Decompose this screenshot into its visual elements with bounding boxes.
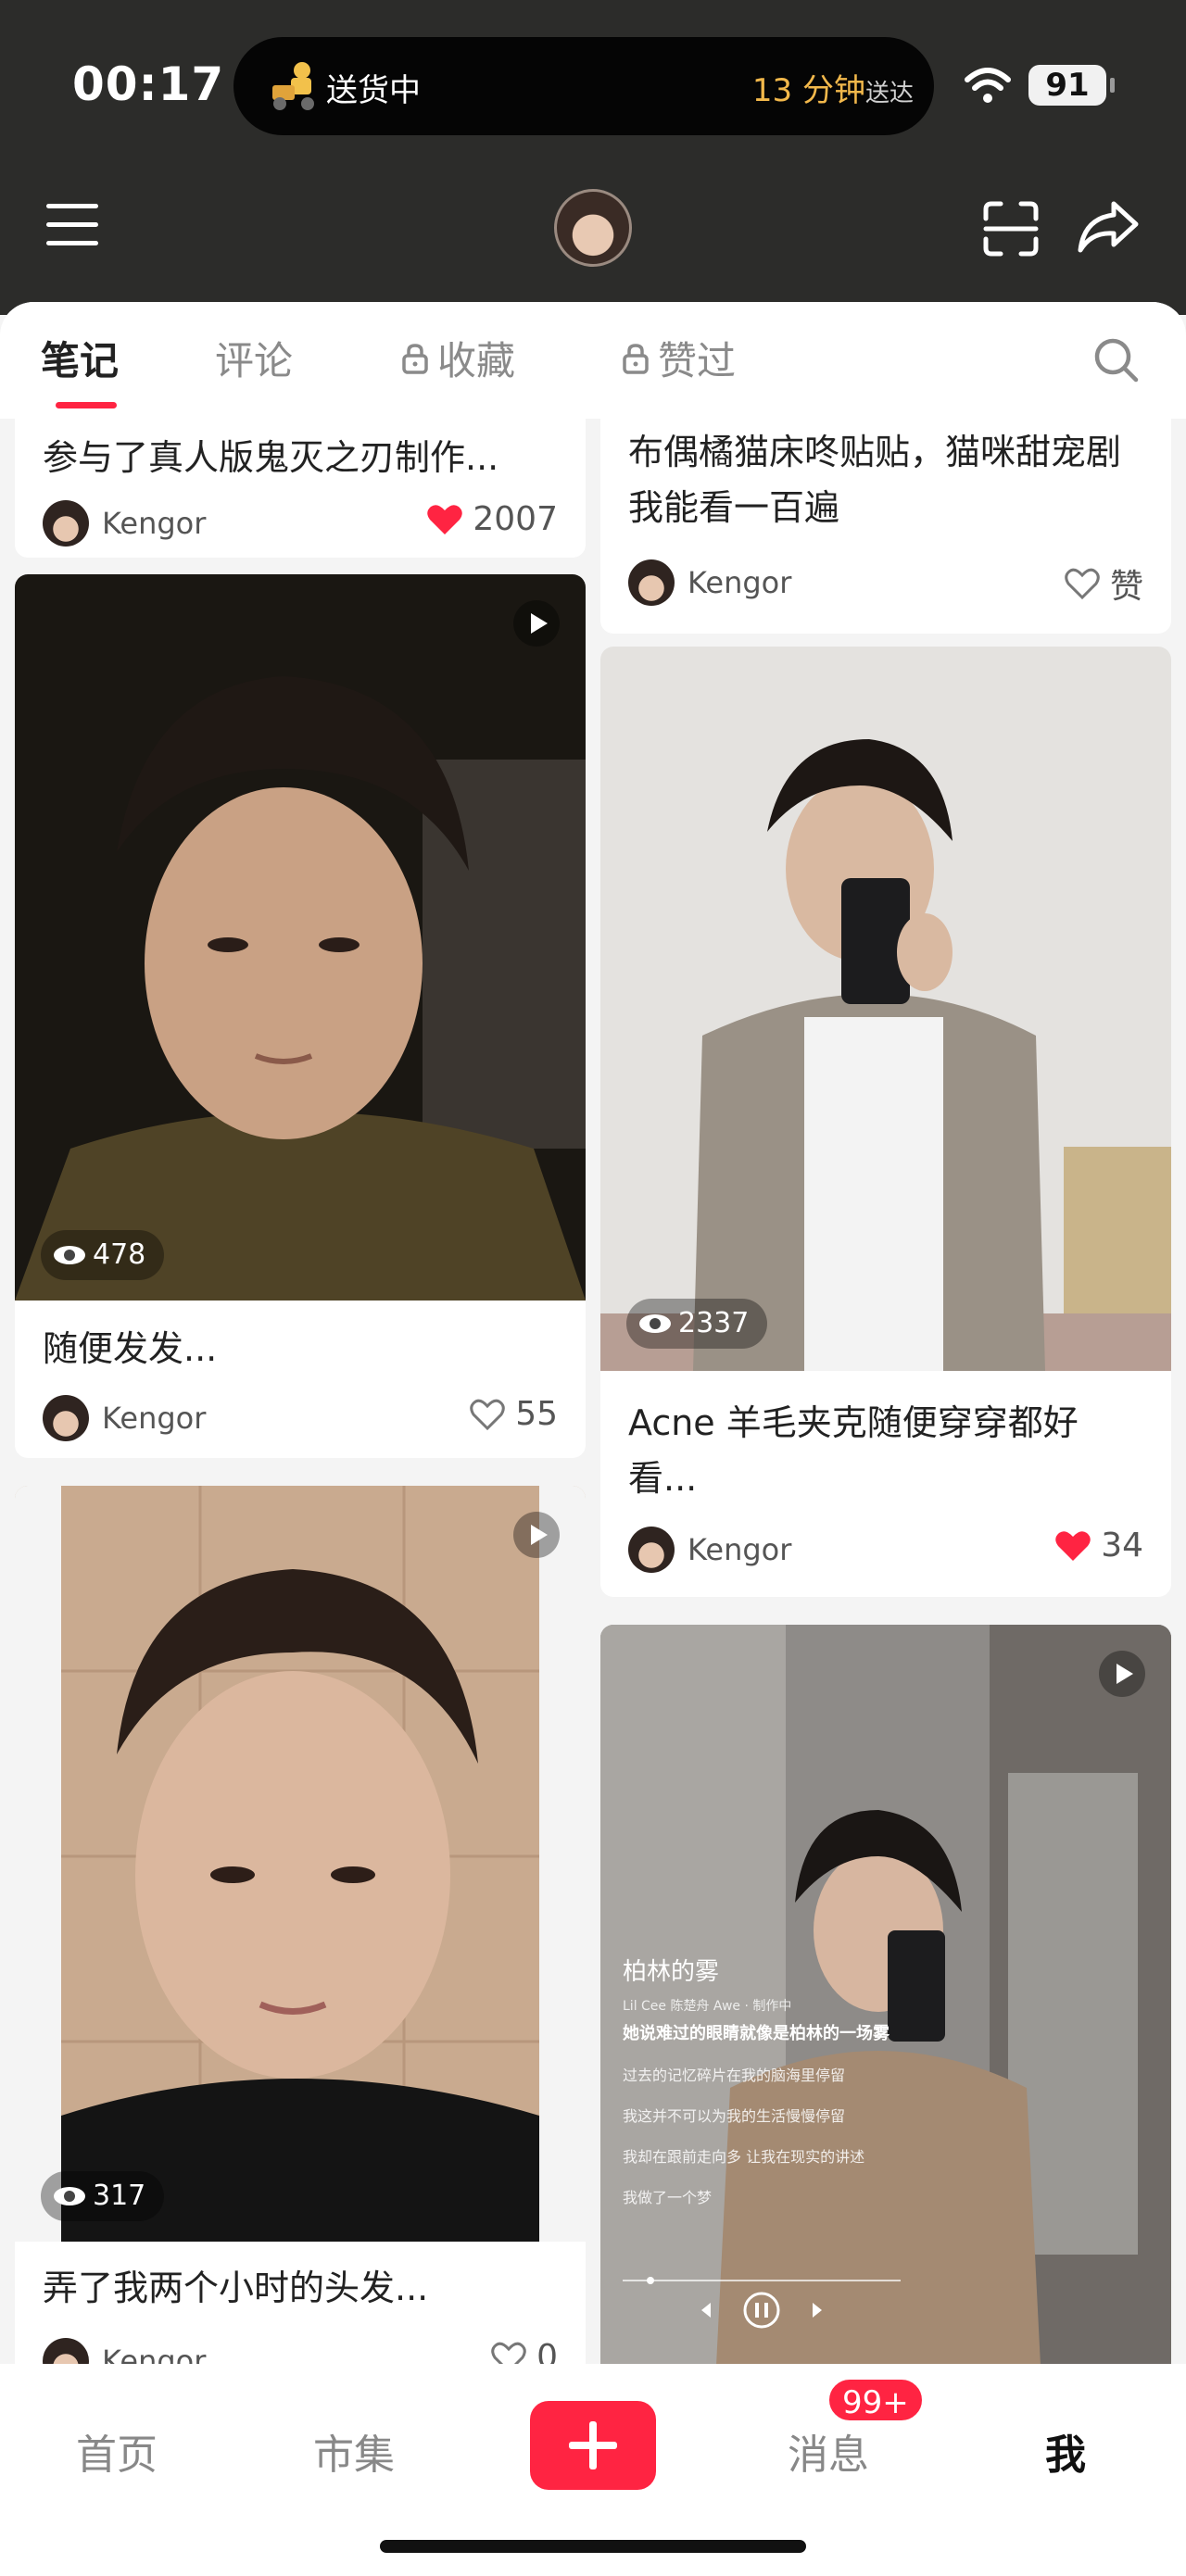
author-name: Kengor bbox=[102, 506, 207, 541]
view-count-badge: 478 bbox=[41, 1230, 165, 1280]
lock-icon bbox=[623, 343, 649, 374]
note-card[interactable]: 柏林的雾 Lil Cee 陈楚舟 Awe · 制作中 她说难过的眼睛就像是柏林的… bbox=[600, 1625, 1171, 2458]
delivery-eta: 13 分钟送达 bbox=[752, 65, 914, 110]
like-count: 34 bbox=[1101, 1527, 1143, 1564]
eye-icon bbox=[54, 2187, 85, 2205]
note-author[interactable]: Kengor bbox=[628, 1527, 791, 1573]
profile-content-sheet: 笔记 评论 收藏 赞过 参与了真人版鬼灭之刃制作... Kengor 2007 … bbox=[0, 302, 1186, 2576]
note-card[interactable]: 478 随便发发... Kengor 55 bbox=[15, 574, 586, 1458]
tab-notes[interactable]: 笔记 bbox=[41, 330, 120, 408]
like-label: 赞 bbox=[1109, 568, 1143, 606]
like-button[interactable]: 55 bbox=[469, 1395, 558, 1433]
lyric-line: 过去的记忆碎片在我的脑海里停留 bbox=[623, 2067, 846, 2084]
tab-comments-label: 评论 bbox=[215, 338, 294, 383]
heart-outline-icon bbox=[1065, 568, 1100, 600]
like-count: 55 bbox=[515, 1395, 558, 1433]
tab-comments[interactable]: 评论 bbox=[215, 330, 293, 386]
bottom-nav: 首页 市集 消息 99+ 我 bbox=[0, 2364, 1186, 2576]
note-thumbnail bbox=[15, 574, 586, 1301]
create-post-button[interactable] bbox=[530, 2401, 656, 2490]
delivery-eta-suffix: 送达 bbox=[864, 80, 914, 107]
view-count: 317 bbox=[93, 2180, 146, 2212]
tab-notes-label: 笔记 bbox=[41, 338, 120, 383]
video-play-icon bbox=[513, 600, 560, 647]
note-card[interactable]: 317 弄了我两个小时的头发... Kengor 0 bbox=[15, 1486, 586, 2412]
lyric-line: 我这并不可以为我的生活慢慢停留 bbox=[623, 2107, 846, 2125]
video-play-icon bbox=[1099, 1651, 1145, 1697]
menu-button[interactable] bbox=[46, 204, 98, 246]
tab-liked[interactable]: 赞过 bbox=[623, 330, 736, 386]
like-count: 2007 bbox=[473, 500, 558, 538]
menu-line-icon bbox=[46, 241, 98, 245]
lyric-line: 我却在跟前走向多 让我在现实的讲述 bbox=[623, 2148, 865, 2166]
note-card[interactable]: 布偶橘猫床咚贴贴，猫咪甜宠剧我能看一百遍 Kengor 赞 bbox=[600, 419, 1171, 634]
author-name: Kengor bbox=[688, 1532, 792, 1567]
tab-collections[interactable]: 收藏 bbox=[402, 330, 515, 386]
note-title: 参与了真人版鬼灭之刃制作... bbox=[43, 437, 499, 478]
author-name: Kengor bbox=[102, 1401, 207, 1436]
battery-indicator: 91 bbox=[1028, 65, 1115, 106]
tab-liked-label: 赞过 bbox=[658, 338, 737, 383]
messages-badge: 99+ bbox=[826, 2377, 925, 2423]
like-button[interactable]: 赞 bbox=[1064, 559, 1143, 608]
active-tab-underline bbox=[56, 402, 117, 408]
author-avatar bbox=[43, 500, 89, 547]
song-title: 柏林的雾 bbox=[623, 1958, 720, 1986]
menu-line-icon bbox=[46, 204, 98, 208]
view-count-badge: 2337 bbox=[626, 1299, 768, 1349]
search-icon[interactable] bbox=[1091, 335, 1142, 385]
lyric-line: 她说难过的眼睛就像是柏林的一场雾 bbox=[623, 2024, 890, 2043]
note-title: 布偶橘猫床咚贴贴，猫咪甜宠剧我能看一百遍 bbox=[628, 432, 1122, 528]
profile-tabs: 笔记 评论 收藏 赞过 bbox=[0, 302, 1186, 419]
nav-market[interactable]: 市集 bbox=[313, 2421, 395, 2481]
profile-avatar[interactable] bbox=[554, 189, 632, 267]
top-header: 00:17 送货中 13 分钟送达 91 bbox=[0, 0, 1186, 315]
lyrics-overlay: 柏林的雾 Lil Cee 陈楚舟 Awe · 制作中 她说难过的眼睛就像是柏林的… bbox=[623, 1953, 938, 2207]
delivery-status-label: 送货中 bbox=[326, 72, 421, 109]
view-count: 2337 bbox=[678, 1307, 750, 1339]
note-card[interactable]: 2337 Acne 羊毛夹克随便穿穿都好看... Kengor 34 bbox=[600, 647, 1171, 1597]
note-card[interactable]: 参与了真人版鬼灭之刃制作... Kengor 2007 bbox=[15, 419, 586, 558]
view-count-badge: 317 bbox=[41, 2171, 165, 2221]
lock-icon bbox=[402, 343, 428, 374]
eye-icon bbox=[639, 1314, 671, 1333]
nav-home[interactable]: 首页 bbox=[76, 2421, 158, 2481]
heart-filled-icon bbox=[427, 504, 463, 534]
note-author[interactable]: Kengor bbox=[43, 500, 206, 547]
song-artist: Lil Cee 陈楚舟 Awe · 制作中 bbox=[623, 1999, 792, 2014]
note-thumbnail bbox=[600, 647, 1171, 1371]
heart-filled-icon bbox=[1055, 1530, 1091, 1561]
home-indicator[interactable] bbox=[380, 2540, 806, 2553]
delivery-live-activity[interactable]: 送货中 13 分钟送达 bbox=[233, 37, 934, 135]
like-button[interactable]: 2007 bbox=[426, 500, 558, 538]
author-avatar bbox=[43, 1395, 89, 1441]
menu-line-icon bbox=[46, 222, 98, 227]
note-author[interactable]: Kengor bbox=[628, 559, 791, 606]
author-name: Kengor bbox=[688, 565, 792, 600]
note-title: Acne 羊毛夹克随便穿穿都好看... bbox=[628, 1402, 1079, 1499]
nav-messages[interactable]: 消息 bbox=[788, 2421, 869, 2481]
lyric-line: 我做了一个梦 bbox=[623, 2189, 713, 2206]
heart-outline-icon bbox=[470, 1399, 505, 1430]
music-player-controls-icon bbox=[623, 2277, 901, 2329]
notes-feed: 参与了真人版鬼灭之刃制作... Kengor 2007 478 随便发发... … bbox=[0, 419, 1186, 2475]
view-count: 478 bbox=[93, 1238, 146, 1271]
nav-me[interactable]: 我 bbox=[1045, 2421, 1086, 2481]
delivery-courier-icon bbox=[272, 62, 314, 110]
video-play-icon bbox=[513, 1512, 560, 1558]
share-icon[interactable] bbox=[1077, 198, 1140, 256]
wifi-icon bbox=[965, 68, 1011, 103]
status-time: 00:17 bbox=[72, 57, 225, 111]
author-avatar bbox=[628, 1527, 675, 1573]
delivery-eta-value: 13 分钟 bbox=[751, 72, 865, 109]
author-avatar bbox=[628, 559, 675, 606]
note-author[interactable]: Kengor bbox=[43, 1395, 206, 1441]
like-button[interactable]: 34 bbox=[1054, 1527, 1143, 1564]
tab-collections-label: 收藏 bbox=[437, 338, 516, 383]
eye-icon bbox=[54, 1246, 85, 1264]
note-title: 随便发发... bbox=[43, 1328, 218, 1369]
note-title: 弄了我两个小时的头发... bbox=[43, 2268, 429, 2308]
scan-icon[interactable] bbox=[982, 200, 1040, 258]
note-thumbnail bbox=[15, 1486, 586, 2242]
